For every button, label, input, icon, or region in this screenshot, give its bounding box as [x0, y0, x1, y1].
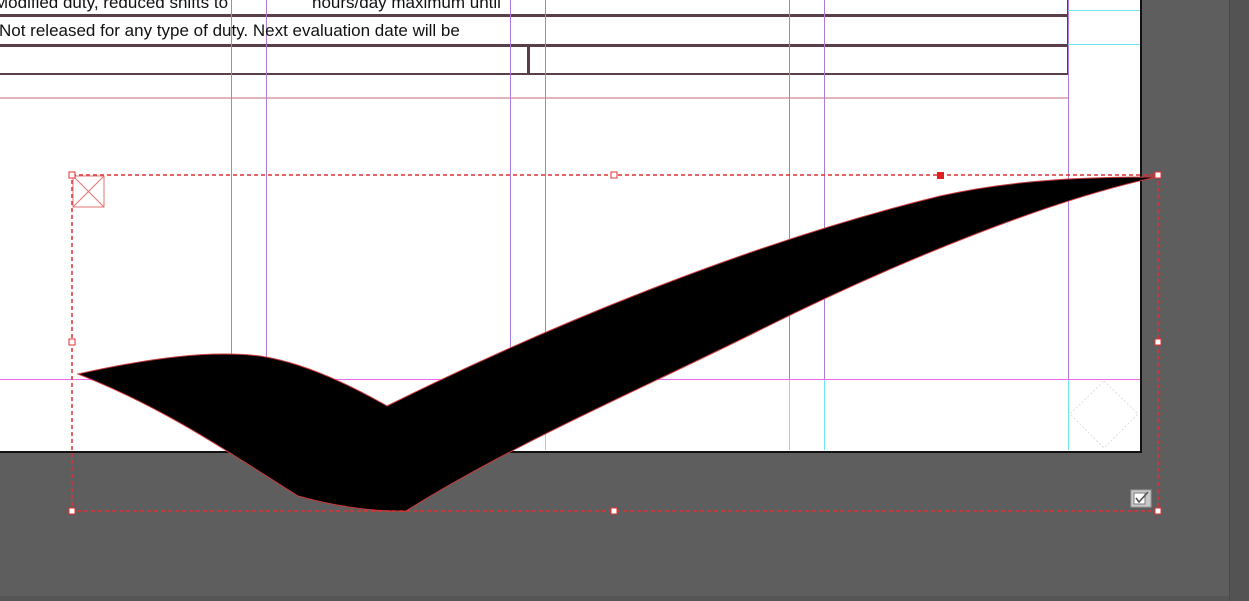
checkbox-checked-icon[interactable]	[1130, 489, 1152, 508]
layout-canvas	[0, 0, 1162, 515]
live-corner-handle[interactable]	[937, 172, 944, 179]
table-row-1-right-text: hours/day maximum until	[312, 0, 501, 12]
handle-top-left[interactable]	[68, 171, 76, 179]
table-row-3-right-cell[interactable]	[528, 45, 1069, 75]
handle-top-right[interactable]	[1154, 171, 1162, 179]
handle-top-center[interactable]	[610, 171, 618, 179]
handle-middle-right[interactable]	[1154, 338, 1162, 346]
checkmark-graphic[interactable]	[76, 176, 1158, 512]
handle-bottom-center[interactable]	[610, 507, 618, 515]
table-row-2-text: Not released for any type of duty. Next …	[0, 21, 460, 40]
empty-frame-indicator	[1069, 380, 1139, 449]
table-row-1-left-text: Modified duty, reduced shifts to	[0, 0, 229, 12]
handle-middle-left[interactable]	[68, 338, 76, 346]
handle-bottom-left[interactable]	[68, 507, 76, 515]
graphic-frame-placeholder-icon	[72, 175, 105, 208]
table-row-3-left-cell[interactable]	[0, 45, 529, 75]
handle-bottom-right[interactable]	[1154, 507, 1162, 515]
